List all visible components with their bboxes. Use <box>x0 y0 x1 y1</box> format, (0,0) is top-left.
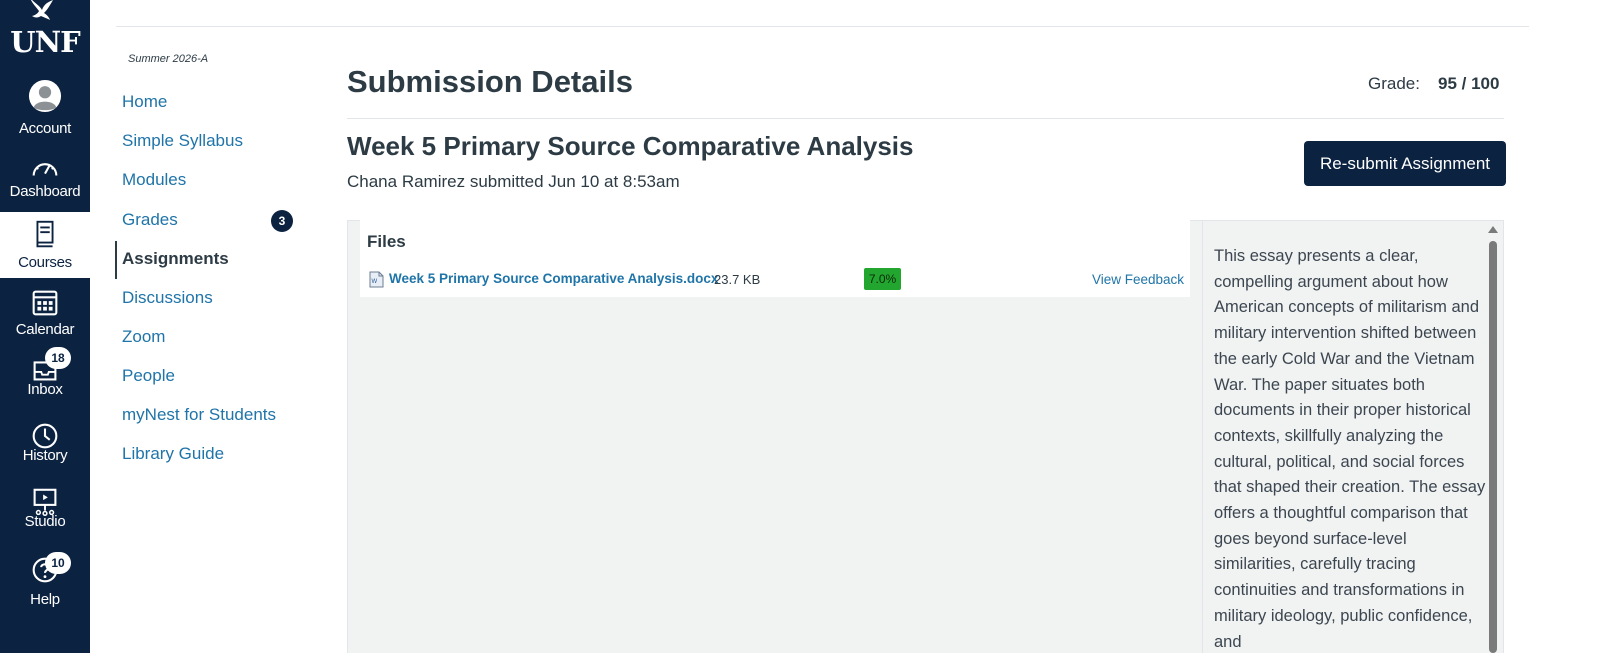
nav-calendar-label: Calendar <box>15 321 75 338</box>
grades-badge: 3 <box>271 210 293 232</box>
inbox-badge: 18 <box>45 347 71 369</box>
course-nav-assignments[interactable]: Assignments <box>122 249 229 269</box>
nav-calendar[interactable]: Calendar <box>0 280 90 346</box>
course-nav-discussions[interactable]: Discussions <box>122 288 213 308</box>
grade-label: Grade: <box>1368 74 1420 93</box>
top-divider <box>116 26 1529 27</box>
view-feedback-link[interactable]: View Feedback <box>1092 272 1184 287</box>
nav-courses-label: Courses <box>18 254 72 271</box>
grade-value: 95 / 100 <box>1438 74 1500 93</box>
svg-text:W: W <box>372 279 378 285</box>
unf-logo[interactable]: UNF <box>0 0 90 62</box>
nav-help-label: Help <box>30 591 60 608</box>
course-nav-grades[interactable]: Grades <box>122 210 178 230</box>
global-nav: UNF Account Dashboard Courses Calendar 1… <box>0 0 90 653</box>
course-term: Summer 2026-A <box>128 53 209 65</box>
assignment-title: Week 5 Primary Source Comparative Analys… <box>347 131 914 161</box>
nav-help[interactable]: 10 Help <box>0 547 90 613</box>
account-icon <box>28 79 62 113</box>
course-nav-modules[interactable]: Modules <box>122 170 186 190</box>
docx-file-icon: W <box>369 271 384 288</box>
file-link[interactable]: Week 5 Primary Source Comparative Analys… <box>389 271 718 286</box>
file-size: 23.7 KB <box>714 272 761 287</box>
nav-account[interactable]: Account <box>0 75 90 141</box>
nav-history[interactable]: History <box>0 413 90 479</box>
nav-studio[interactable]: Studio <box>0 480 90 546</box>
nav-inbox-label: Inbox <box>27 381 63 398</box>
nav-dashboard-label: Dashboard <box>9 183 81 200</box>
nav-studio-label: Studio <box>24 513 66 530</box>
nav-inbox[interactable]: 18 Inbox <box>0 347 90 413</box>
page-title: Submission Details <box>347 64 633 99</box>
resubmit-assignment-button[interactable]: Re-submit Assignment <box>1304 141 1506 186</box>
header-divider <box>347 118 1504 119</box>
scrollbar-thumb[interactable] <box>1489 241 1497 653</box>
nav-account-label: Account <box>18 120 72 137</box>
submitted-info: Chana Ramirez submitted Jun 10 at 8:53am <box>347 172 680 191</box>
course-nav-zoom[interactable]: Zoom <box>122 327 165 347</box>
course-nav-library-guide[interactable]: Library Guide <box>122 444 224 464</box>
nav-dashboard[interactable]: Dashboard <box>0 145 90 211</box>
course-nav-simple-syllabus[interactable]: Simple Syllabus <box>122 131 243 151</box>
course-nav-people[interactable]: People <box>122 366 175 386</box>
courses-icon <box>36 220 54 248</box>
logo-text: UNF <box>10 25 80 59</box>
active-indicator <box>115 241 117 279</box>
osprey-logo-icon <box>30 0 53 20</box>
nav-history-label: History <box>22 447 68 464</box>
nav-courses[interactable]: Courses <box>0 212 90 278</box>
similarity-score-badge[interactable]: 7.0% <box>864 268 901 290</box>
calendar-icon <box>32 290 58 316</box>
dashboard-icon <box>32 163 58 176</box>
scroll-up-arrow-icon[interactable] <box>1488 226 1498 233</box>
help-badge: 10 <box>45 552 71 574</box>
course-nav-mynest[interactable]: myNest for Students <box>122 405 276 425</box>
files-heading: Files <box>367 232 406 251</box>
course-nav-home[interactable]: Home <box>122 92 167 112</box>
instructor-comment: This essay presents a clear, compelling … <box>1214 247 1486 651</box>
